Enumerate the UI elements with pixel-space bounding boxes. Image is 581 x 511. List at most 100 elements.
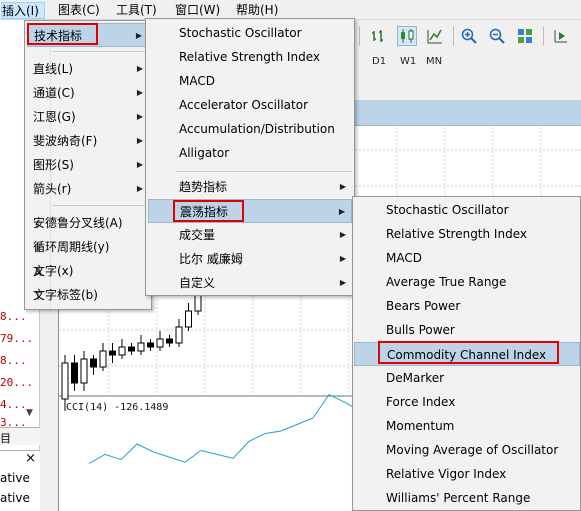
menu-item-label: 趋势指标 xyxy=(179,180,228,194)
oscillator-item[interactable]: Bulls Power xyxy=(354,318,580,342)
list-item[interactable]: ative xyxy=(0,471,30,485)
menu-item-label: 技术指标 xyxy=(34,29,83,43)
panel-tab[interactable]: 目 xyxy=(0,427,40,445)
insert-menu: ⫽ ⦀ A T 技术指标 ▶ 直线(L) ▶ 通道(C) ▶ 江恩(G) ▶ 斐波纳奇(F) ▶ 图… xyxy=(24,20,152,310)
indicator-item[interactable]: MACD xyxy=(148,69,352,93)
oscillator-item[interactable]: Commodity Channel Index xyxy=(354,342,580,366)
menu-item-label: Relative Strength Index xyxy=(386,227,527,241)
menu-chart[interactable]: 图表(C) xyxy=(58,2,100,19)
menu-insert[interactable]: 插入(I) xyxy=(1,2,45,19)
list-item[interactable]: ative xyxy=(0,491,30,505)
candle-body xyxy=(61,362,69,400)
tile-windows-icon[interactable] xyxy=(515,26,535,46)
oscillator-item[interactable]: Moving Average of Oscillator xyxy=(354,438,580,462)
toolbar-separator xyxy=(453,26,454,46)
indicator-item[interactable]: Alligator xyxy=(148,141,352,165)
candle-body xyxy=(166,338,173,344)
menu-item-label: 斐波纳奇(F) xyxy=(33,134,98,148)
menu-item-label: 自定义 xyxy=(179,276,216,290)
menu-item-label: MACD xyxy=(179,74,215,88)
insert-menu-item[interactable]: 箭头(r) ▶ xyxy=(27,177,149,201)
menu-item-label: MACD xyxy=(386,251,422,265)
insert-menu-item[interactable]: 江恩(G) ▶ xyxy=(27,105,149,129)
zoom-out-icon[interactable] xyxy=(487,26,507,46)
line-chart-icon[interactable] xyxy=(425,26,445,46)
oscillator-item[interactable]: Williams' Percent Range xyxy=(354,486,580,510)
menu-item-label: Accumulation/Distribution xyxy=(179,122,335,136)
oscillator-item[interactable]: Average True Range xyxy=(354,270,580,294)
indicator-item[interactable]: Relative Strength Index xyxy=(148,45,352,69)
menu-item-label: Stochastic Oscillator xyxy=(386,203,509,217)
insert-menu-item[interactable]: 安德鲁分叉线(A) xyxy=(27,211,149,235)
submenu-arrow-icon: ▶ xyxy=(135,31,142,40)
timeframe-d1[interactable]: D1 xyxy=(372,56,386,67)
candlestick-icon[interactable] xyxy=(397,26,417,46)
timeframe-mn[interactable]: MN xyxy=(426,56,442,67)
menu-help[interactable]: 帮助(H) xyxy=(236,2,278,19)
indicator-group-item[interactable]: 成交量 ▶ xyxy=(148,223,352,247)
menu-item-label: Force Index xyxy=(386,395,456,409)
menu-item-label: Relative Strength Index xyxy=(179,50,320,64)
oscillator-item[interactable]: Bears Power xyxy=(354,294,580,318)
insert-menu-item[interactable]: 循环周期线(y) xyxy=(27,235,149,259)
auto-scroll-icon[interactable] xyxy=(551,26,571,46)
zoom-in-icon[interactable] xyxy=(459,26,479,46)
insert-menu-item[interactable]: 直线(L) ▶ xyxy=(27,57,149,81)
candle-body xyxy=(128,346,135,352)
submenu-arrow-icon: ▶ xyxy=(339,230,346,239)
menu-item-label: 文字标签(b) xyxy=(33,288,98,302)
indicator-item[interactable]: Accumulation/Distribution xyxy=(148,117,352,141)
oscillator-item[interactable]: MACD xyxy=(354,246,580,270)
toolbar xyxy=(355,20,581,50)
candle-body xyxy=(99,350,107,368)
oscillator-item[interactable]: Stochastic Oscillator xyxy=(354,198,580,222)
oscillator-item[interactable]: DeMarker xyxy=(354,366,580,390)
menu-window[interactable]: 窗口(W) xyxy=(175,2,220,19)
oscillator-item[interactable]: Relative Strength Index xyxy=(354,222,580,246)
menu-item-label: Bulls Power xyxy=(386,323,455,337)
insert-menu-item[interactable]: 通道(C) ▶ xyxy=(27,81,149,105)
insert-menu-item[interactable]: 文字(x) xyxy=(27,259,149,283)
insert-menu-item[interactable]: 文字标签(b) xyxy=(27,283,149,307)
menu-item-label: Williams' Percent Range xyxy=(386,491,531,505)
menu-item-label: Bears Power xyxy=(386,299,461,313)
menu-item-label: Average True Range xyxy=(386,275,507,289)
menu-item-label: DeMarker xyxy=(386,371,445,385)
menu-bar: 插入(I) 图表(C) 工具(T) 窗口(W) 帮助(H) xyxy=(0,0,581,20)
timeframe-w1[interactable]: W1 xyxy=(400,56,416,67)
oscillator-item[interactable]: Momentum xyxy=(354,414,580,438)
menu-item-label: 图形(S) xyxy=(33,158,74,172)
menu-tools[interactable]: 工具(T) xyxy=(116,2,157,19)
candle-body xyxy=(109,350,116,356)
navigator-panel: × ative ative xyxy=(0,450,40,511)
bar-chart-icon[interactable] xyxy=(369,26,389,46)
indicator-group-item[interactable]: 震荡指标 ▶ xyxy=(148,199,352,223)
candle-body xyxy=(118,346,126,356)
candle-body xyxy=(175,326,183,344)
quote-value: 8... xyxy=(0,310,27,323)
close-icon[interactable]: × xyxy=(25,451,36,466)
indicator-group-item[interactable]: 趋势指标 ▶ xyxy=(148,175,352,199)
quote-value: 8... xyxy=(0,354,27,367)
indicator-item[interactable]: Stochastic Oscillator xyxy=(148,21,352,45)
insert-menu-item[interactable]: 图形(S) ▶ xyxy=(27,153,149,177)
menu-item-label: Relative Vigor Index xyxy=(386,467,507,481)
menu-item-label: 江恩(G) xyxy=(33,110,76,124)
indicator-group-item[interactable]: 自定义 ▶ xyxy=(148,271,352,295)
insert-menu-item[interactable]: 技术指标 ▶ xyxy=(27,23,149,47)
scroll-down-icon[interactable]: ▼ xyxy=(26,408,33,418)
oscillator-item[interactable]: Relative Vigor Index xyxy=(354,462,580,486)
candle-body xyxy=(185,310,192,328)
menu-item-label: 安德鲁分叉线(A) xyxy=(33,216,123,230)
submenu-arrow-icon: ▶ xyxy=(339,254,346,263)
submenu-arrow-icon: ▶ xyxy=(339,182,346,191)
toolbar-separator xyxy=(359,26,360,46)
indicator-group-item[interactable]: 比尔 威廉姆 ▶ xyxy=(148,247,352,271)
indicator-item[interactable]: Accelerator Oscillator xyxy=(148,93,352,117)
oscillator-item[interactable]: Force Index xyxy=(354,390,580,414)
submenu-arrow-icon: ▶ xyxy=(136,88,143,97)
quote-value: 20... xyxy=(0,376,34,389)
insert-menu-item[interactable]: 斐波纳奇(F) ▶ xyxy=(27,129,149,153)
submenu-arrow-icon: ▶ xyxy=(339,278,346,287)
menu-separator xyxy=(53,51,149,52)
